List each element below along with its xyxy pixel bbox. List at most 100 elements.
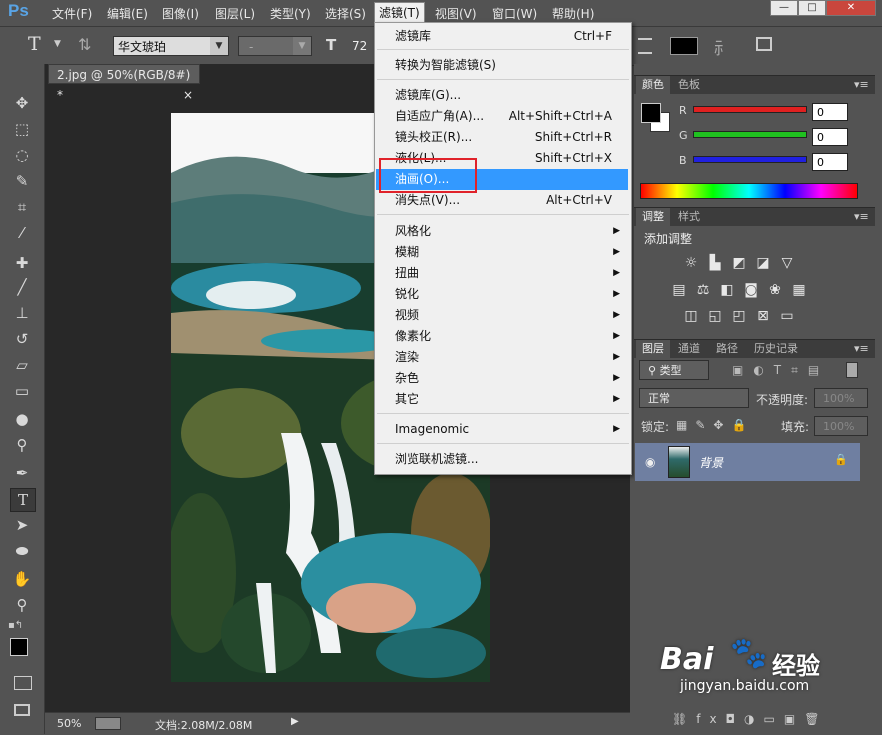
- ellipse-tool-icon[interactable]: ⬬: [10, 540, 34, 562]
- maximize-button[interactable]: □: [798, 0, 826, 16]
- text-color-swatch[interactable]: [670, 37, 698, 55]
- font-style-select[interactable]: - ▼: [238, 36, 312, 56]
- layer-filter-kind-select[interactable]: ⚲ 类型: [639, 360, 709, 380]
- menu-item-other[interactable]: 其它 ▶: [376, 389, 628, 410]
- tab-paths[interactable]: 路径: [710, 340, 744, 358]
- path-selection-tool-icon[interactable]: ➤: [10, 514, 34, 536]
- menu-item-adaptive-wide-angle[interactable]: 自适应广角(A)... Alt+Shift+Ctrl+A: [376, 106, 628, 127]
- zoom-level[interactable]: 50%: [57, 717, 81, 730]
- filter-toggle-icon[interactable]: [846, 362, 858, 378]
- type-tool-preset-icon[interactable]: T: [28, 33, 41, 55]
- chevron-down-icon[interactable]: ▼: [54, 39, 61, 49]
- brightness-contrast-icon[interactable]: ☼: [682, 255, 700, 271]
- menu-type[interactable]: 类型(Y): [270, 5, 311, 22]
- exposure-icon[interactable]: ◪: [754, 255, 772, 271]
- photo-filter-icon[interactable]: ◙: [742, 282, 760, 298]
- justify-icon[interactable]: [638, 38, 652, 54]
- menu-filter[interactable]: 滤镜(T): [374, 2, 425, 23]
- status-menu-arrow-icon[interactable]: ▶: [291, 716, 299, 727]
- gradient-tool-icon[interactable]: ▭: [10, 380, 34, 402]
- color-lookup-icon[interactable]: ▦: [790, 282, 808, 298]
- menu-file[interactable]: 文件(F): [52, 5, 92, 22]
- tab-layers[interactable]: 图层: [636, 340, 670, 358]
- hue-saturation-icon[interactable]: ▤: [670, 282, 688, 298]
- channel-mixer-icon[interactable]: ❀: [766, 282, 784, 298]
- menu-item-vanishing-point[interactable]: 消失点(V)... Alt+Ctrl+V: [376, 190, 628, 211]
- clone-stamp-tool-icon[interactable]: ⊥: [10, 302, 34, 324]
- warp-text-icon[interactable]: ⺬: [714, 34, 731, 59]
- menu-item-stylize[interactable]: 风格化 ▶: [376, 221, 628, 242]
- threshold-icon[interactable]: ◰: [730, 308, 748, 324]
- eyedropper-tool-icon[interactable]: ⁄: [10, 222, 34, 244]
- black-white-icon[interactable]: ◧: [718, 282, 736, 298]
- default-colors-icon[interactable]: ▪↰: [8, 620, 23, 631]
- font-size-value[interactable]: 72: [352, 39, 367, 53]
- menu-view[interactable]: 视图(V): [435, 5, 477, 22]
- text-orientation-icon[interactable]: ⇅: [78, 35, 91, 54]
- panel-menu-icon[interactable]: ▾≡: [848, 76, 875, 94]
- opacity-input[interactable]: 100%: [814, 388, 868, 408]
- hand-tool-icon[interactable]: ✋: [10, 568, 34, 590]
- pen-tool-icon[interactable]: ✒: [10, 462, 34, 484]
- eraser-tool-icon[interactable]: ▱: [10, 354, 34, 376]
- document-tab[interactable]: 2.jpg @ 50%(RGB/8#) * ×: [48, 64, 200, 102]
- quick-mask-icon[interactable]: [14, 676, 32, 690]
- move-tool-icon[interactable]: ✥: [10, 92, 34, 114]
- tab-color[interactable]: 颜色: [636, 76, 670, 94]
- foreground-color-swatch[interactable]: [10, 638, 28, 656]
- crop-tool-icon[interactable]: ⌗: [10, 196, 34, 218]
- lock-options-icons[interactable]: ▦✎✥🔒: [676, 418, 754, 432]
- layer-panel-footer-icons[interactable]: ⛓fx◘◑▭▣🗑: [672, 712, 828, 726]
- minimize-button[interactable]: —: [770, 0, 798, 16]
- menu-item-blur[interactable]: 模糊 ▶: [376, 242, 628, 263]
- invert-icon[interactable]: ◫: [682, 308, 700, 324]
- menu-item-video[interactable]: 视频 ▶: [376, 305, 628, 326]
- selective-color-icon[interactable]: ⊠: [754, 308, 772, 324]
- color-spectrum-bar[interactable]: [640, 183, 858, 199]
- menu-item-browse-filters-online[interactable]: 浏览联机滤镜...: [376, 449, 628, 470]
- visibility-eye-icon[interactable]: ◉: [645, 455, 655, 469]
- layer-filter-icons[interactable]: ▣◐T⌗▤: [732, 363, 829, 378]
- posterize-icon[interactable]: ◱: [706, 308, 724, 324]
- menu-item-noise[interactable]: 杂色 ▶: [376, 368, 628, 389]
- menu-layer[interactable]: 图层(L): [215, 5, 255, 22]
- b-channel-input[interactable]: 0: [812, 153, 848, 171]
- layer-name[interactable]: 背景: [699, 454, 723, 471]
- b-channel-slider[interactable]: [693, 156, 807, 163]
- blur-tool-icon[interactable]: ●: [10, 408, 34, 430]
- menu-item-imagenomic[interactable]: Imagenomic ▶: [376, 419, 628, 440]
- fill-input[interactable]: 100%: [814, 416, 868, 436]
- menu-help[interactable]: 帮助(H): [552, 5, 594, 22]
- history-brush-tool-icon[interactable]: ↺: [10, 328, 34, 350]
- menu-item-sharpen[interactable]: 锐化 ▶: [376, 284, 628, 305]
- menu-edit[interactable]: 编辑(E): [107, 5, 148, 22]
- font-family-select[interactable]: 华文琥珀 ▼: [113, 36, 229, 56]
- menu-select[interactable]: 选择(S): [325, 5, 366, 22]
- tab-history[interactable]: 历史记录: [748, 340, 804, 358]
- type-tool-icon[interactable]: T: [10, 488, 36, 512]
- dodge-tool-icon[interactable]: ⚲: [10, 434, 34, 456]
- zoom-tool-icon[interactable]: ⚲: [10, 594, 34, 616]
- close-tab-icon[interactable]: ×: [183, 85, 193, 105]
- character-panel-icon[interactable]: [756, 37, 772, 51]
- panel-menu-icon[interactable]: ▾≡: [848, 340, 875, 358]
- lasso-tool-icon[interactable]: ◌: [10, 144, 34, 166]
- r-channel-slider[interactable]: [693, 106, 807, 113]
- menu-item-distort[interactable]: 扭曲 ▶: [376, 263, 628, 284]
- color-balance-icon[interactable]: ⚖: [694, 282, 712, 298]
- levels-icon[interactable]: ▙: [706, 255, 724, 271]
- panel-menu-icon[interactable]: ▾≡: [848, 208, 875, 226]
- quick-select-tool-icon[interactable]: ✎: [10, 170, 34, 192]
- healing-brush-tool-icon[interactable]: ✚: [10, 252, 34, 274]
- marquee-tool-icon[interactable]: ⬚: [10, 118, 34, 140]
- menu-item-pixelate[interactable]: 像素化 ▶: [376, 326, 628, 347]
- gradient-map-icon[interactable]: ▭: [778, 308, 796, 324]
- tab-channels[interactable]: 通道: [672, 340, 706, 358]
- vibrance-icon[interactable]: ▽: [778, 255, 796, 271]
- blend-mode-select[interactable]: 正常: [639, 388, 749, 408]
- menu-item-render[interactable]: 渲染 ▶: [376, 347, 628, 368]
- tab-styles[interactable]: 样式: [672, 208, 706, 226]
- menu-item-filter-gallery[interactable]: 滤镜库(G)...: [376, 85, 628, 106]
- screen-mode-icon[interactable]: [14, 704, 30, 716]
- tab-adjustments[interactable]: 调整: [636, 208, 670, 226]
